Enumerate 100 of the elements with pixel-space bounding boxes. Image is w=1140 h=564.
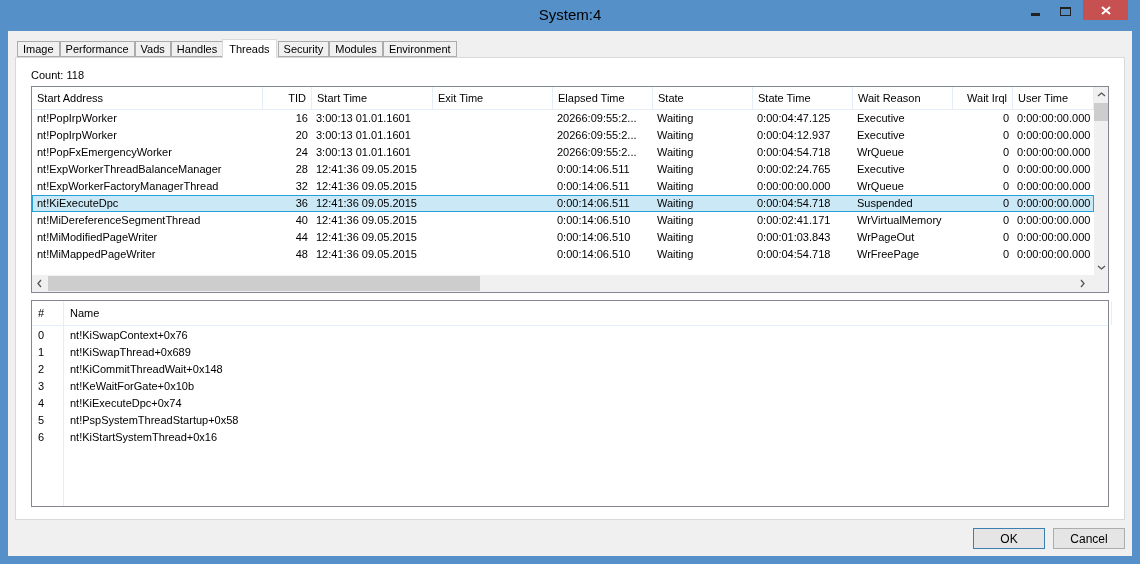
- column-header[interactable]: Start Address: [32, 87, 263, 109]
- table-cell-text: 12:41:36 09.05.2015: [316, 196, 417, 212]
- scroll-thumb[interactable]: [48, 276, 480, 291]
- table-cell-text: 0:00:00:00.000: [1017, 230, 1091, 246]
- table-cell-text: Executive: [857, 111, 905, 127]
- table-cell-text: 0:00:02:24.765: [757, 162, 831, 178]
- column-header[interactable]: State: [653, 87, 753, 109]
- column-header[interactable]: Exit Time: [433, 87, 553, 109]
- table-row[interactable]: nt!MiModifiedPageWriter 44 12:41:36 09.05.2015 0:00:14:06.510 Waiting 0:00:01:03.843 WrPageOut 0 0:00:00:00.000: [32, 229, 1094, 246]
- table-cell-text: 0: [1002, 196, 1009, 212]
- vertical-scrollbar[interactable]: [1094, 87, 1108, 275]
- tab[interactable]: Image: [17, 41, 60, 57]
- table-cell-text: nt!KiSwapThread+0x689: [70, 345, 191, 361]
- table-cell-text: 0:00:04:54.718: [757, 247, 831, 263]
- table-cell-text: 0:00:00:00.000: [757, 179, 831, 195]
- table-cell-text: 12:41:36 09.05.2015: [316, 179, 417, 195]
- table-cell-text: Executive: [857, 162, 905, 178]
- table-cell-text: nt!KiSwapContext+0x76: [70, 328, 188, 344]
- table-row[interactable]: nt!MiMappedPageWriter 48 12:41:36 09.05.2015 0:00:14:06.510 Waiting 0:00:04:54.718 WrFreePage 0 0:00:00:00.000: [32, 246, 1094, 263]
- column-header[interactable]: State Time: [753, 87, 853, 109]
- horizontal-scrollbar[interactable]: [32, 275, 1108, 292]
- table-cell-text: 0:00:00:00.000: [1017, 111, 1091, 127]
- table-cell-text: 12:41:36 09.05.2015: [316, 247, 417, 263]
- table-cell-text: 0:00:00:00.000: [1017, 162, 1091, 178]
- table-cell-text: 0:00:04:12.937: [757, 128, 831, 144]
- table-cell-text: Waiting: [657, 162, 694, 178]
- table-cell-text: Waiting: [657, 213, 694, 229]
- table-cell-text: nt!KiStartSystemThread+0x16: [70, 430, 218, 446]
- table-cell-text: 0: [1002, 145, 1009, 161]
- table-cell-text: Executive: [857, 128, 905, 144]
- table-cell-text: 0: [1002, 162, 1009, 178]
- table-cell-text: Suspended: [857, 196, 913, 212]
- table-cell-text: 12:41:36 09.05.2015: [316, 230, 417, 246]
- tab[interactable]: Security: [277, 41, 330, 57]
- dialog-button[interactable]: OK: [973, 528, 1045, 549]
- table-cell-text: 0:00:01:03.843: [757, 230, 831, 246]
- column-header[interactable]: #: [32, 301, 64, 325]
- table-cell-text: 24: [295, 145, 308, 161]
- tab[interactable]: Handles: [170, 41, 224, 57]
- table-row[interactable]: nt!ExpWorkerFactoryManagerThread 32 12:41:36 09.05.2015 0:00:14:06.511 Waiting 0:00:00:00.000 WrQueue 0 0:00:00:00.000: [32, 178, 1094, 195]
- tab[interactable]: Vads: [134, 41, 171, 57]
- table-cell-text: 0:00:00:00.000: [1017, 179, 1091, 195]
- close-button[interactable]: [1083, 0, 1128, 20]
- column-header[interactable]: Wait Irql: [953, 87, 1013, 109]
- table-cell-text: 0: [1002, 247, 1009, 263]
- maximize-icon[interactable]: [1060, 7, 1071, 16]
- table-cell-text: 0: [1002, 111, 1009, 127]
- scroll-thumb[interactable]: [1094, 103, 1108, 121]
- tab[interactable]: Performance: [59, 41, 135, 57]
- column-header[interactable]: Elapsed Time: [553, 87, 653, 109]
- table-cell-text: 6: [38, 430, 45, 446]
- column-header[interactable]: Name: [64, 301, 1112, 325]
- dialog-button[interactable]: Cancel: [1053, 528, 1125, 549]
- table-cell-text: 0:00:00:00.000: [1017, 213, 1091, 229]
- table-row[interactable]: nt!ExpWorkerThreadBalanceManager 28 12:41:36 09.05.2015 0:00:14:06.511 Waiting 0:00:02:24.765 Executive 0 0:00:00:00.000: [32, 161, 1094, 178]
- table-cell-text: 32: [295, 179, 308, 195]
- table-cell-text: 3:00:13 01.01.1601: [316, 145, 411, 161]
- table-cell-text: 36: [295, 196, 308, 212]
- table-cell-text: 3:00:13 01.01.1601: [316, 111, 411, 127]
- table-cell-text: Waiting: [657, 230, 694, 246]
- table-cell-text: 12:41:36 09.05.2015: [316, 213, 417, 229]
- column-header[interactable]: Start Time: [312, 87, 433, 109]
- table-row[interactable]: nt!PopIrpWorker 16 3:00:13 01.01.1601 20266:09:55:2... Waiting 0:00:04:47.125 Executive 0 0:00:00:00.000: [32, 110, 1094, 127]
- table-cell-text: 0:00:00:00.000: [1017, 247, 1091, 263]
- table-cell-text: nt!KiCommitThreadWait+0x148: [70, 362, 223, 378]
- table-cell-text: 16: [295, 111, 308, 127]
- table-row[interactable]: nt!PopIrpWorker 20 3:00:13 01.01.1601 20266:09:55:2... Waiting 0:00:04:12.937 Executive 0 0:00:00:00.000: [32, 127, 1094, 144]
- table-cell-text: 0:00:14:06.511: [557, 196, 630, 212]
- table-cell-text: 0:00:14:06.511: [557, 179, 630, 195]
- table-cell-text: 0: [1002, 179, 1009, 195]
- table-cell-text: 4: [38, 396, 45, 412]
- table-cell-text: Waiting: [657, 111, 694, 127]
- table-cell-text: 1: [38, 345, 45, 361]
- table-cell-text: Waiting: [657, 247, 694, 263]
- table-cell-text: nt!MiModifiedPageWriter: [37, 230, 158, 246]
- table-row[interactable]: nt!KiExecuteDpc 36 12:41:36 09.05.2015 0:00:14:06.511 Waiting 0:00:04:54.718 Suspended 0 0:00:00:00.000: [32, 195, 1094, 212]
- table-cell-text: nt!MiMappedPageWriter: [37, 247, 156, 263]
- table-cell-text: nt!KiExecuteDpc+0x74: [70, 396, 182, 412]
- table-cell-text: nt!ExpWorkerThreadBalanceManager: [37, 162, 222, 178]
- table-cell-text: Waiting: [657, 196, 694, 212]
- table-cell-text: 0:00:14:06.510: [557, 247, 631, 263]
- table-cell-text: Waiting: [657, 128, 694, 144]
- column-header[interactable]: Wait Reason: [853, 87, 953, 109]
- table-cell-text: 0:00:04:54.718: [757, 196, 831, 212]
- table-cell-text: 0:00:14:06.510: [557, 213, 631, 229]
- table-cell-text: 28: [295, 162, 308, 178]
- tab[interactable]: Threads: [222, 39, 277, 58]
- table-cell-text: 0:00:14:06.511: [557, 162, 630, 178]
- tab[interactable]: Environment: [382, 41, 457, 57]
- table-cell-text: nt!PopIrpWorker: [37, 111, 117, 127]
- table-cell-text: 40: [295, 213, 308, 229]
- column-header[interactable]: TID: [263, 87, 312, 109]
- tab[interactable]: Modules: [329, 41, 383, 57]
- table-cell-text: nt!PopIrpWorker: [37, 128, 117, 144]
- window-title: System:4: [538, 5, 602, 26]
- table-cell-text: 0:00:04:47.125: [757, 111, 831, 127]
- table-row[interactable]: nt!MiDereferenceSegmentThread 40 12:41:36 09.05.2015 0:00:14:06.510 Waiting 0:00:02:41.171 WrVirtualMemory 0 0:00:00:00.000: [32, 212, 1094, 229]
- table-row[interactable]: nt!PopFxEmergencyWorker 24 3:00:13 01.01.1601 20266:09:55:2... Waiting 0:00:04:54.718 WrQueue 0 0:00:00:00.000: [32, 144, 1094, 161]
- table-cell-text: 44: [295, 230, 308, 246]
- table-cell-text: 2: [38, 362, 45, 378]
